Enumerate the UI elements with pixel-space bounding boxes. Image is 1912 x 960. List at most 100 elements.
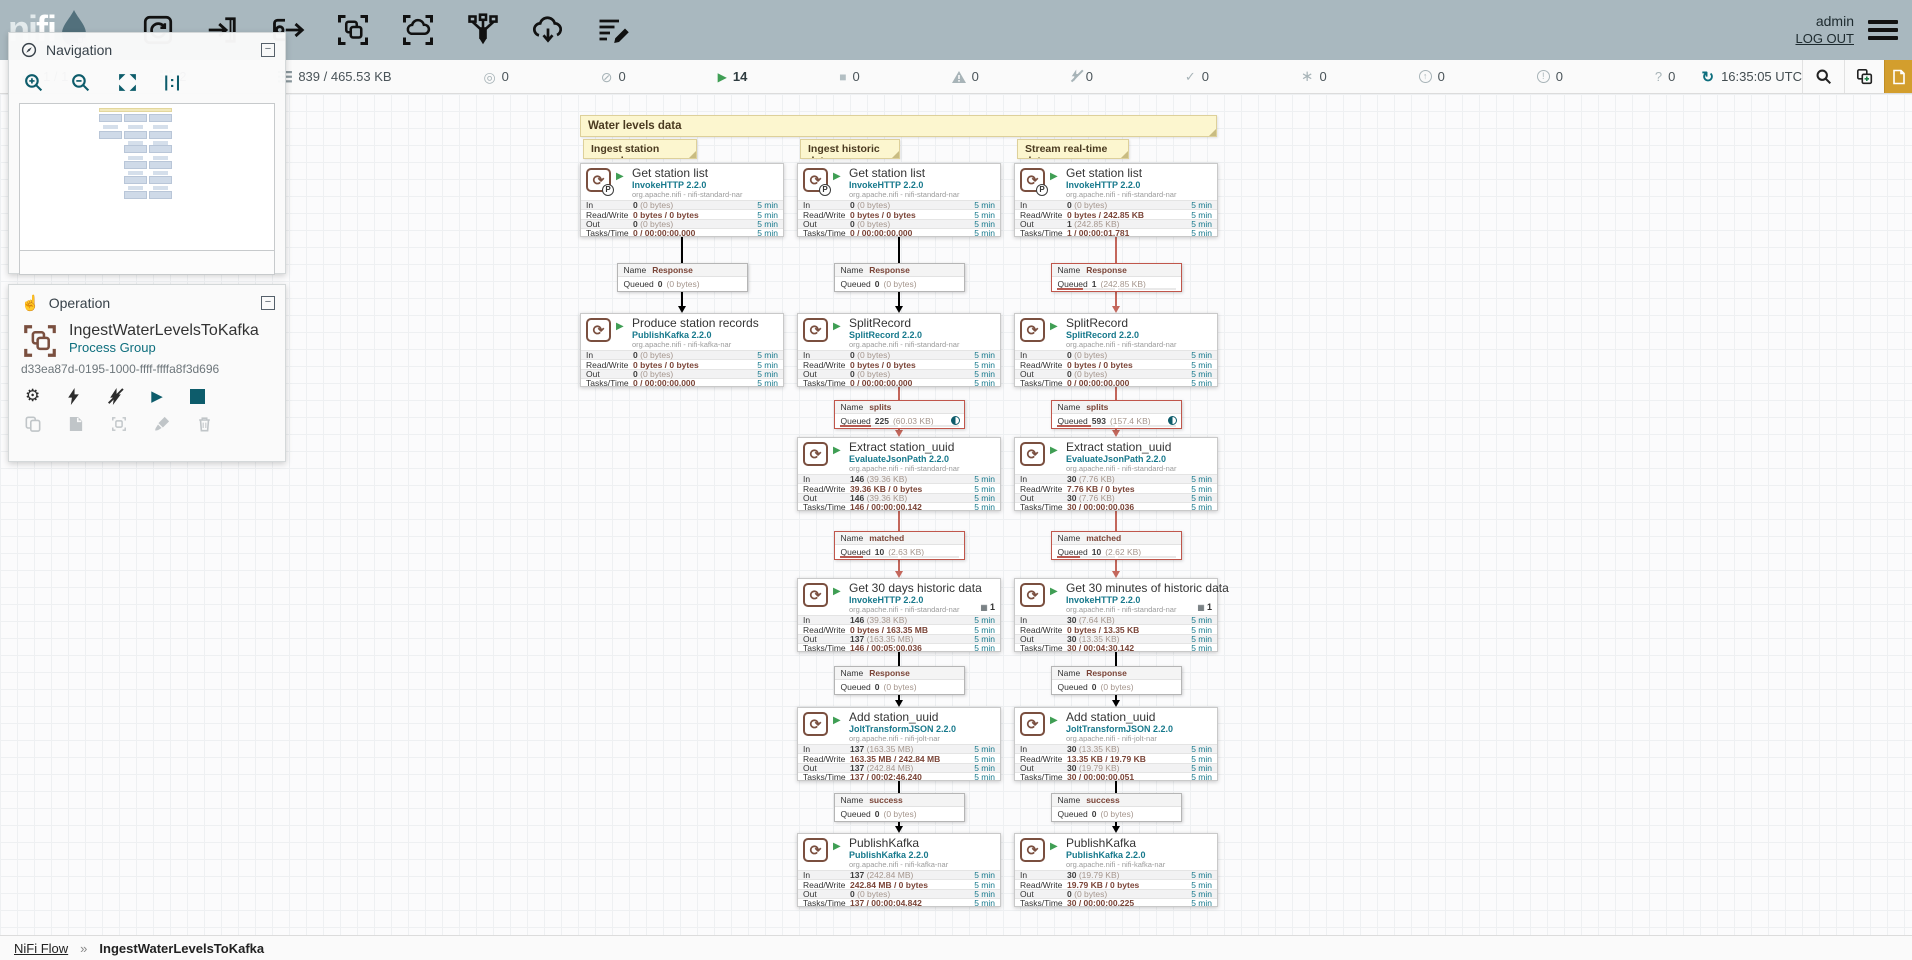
stat-row: Read/Write0 bytes / 13.35 KB5 min xyxy=(1015,624,1217,633)
enable-button[interactable] xyxy=(67,388,80,405)
stat-row: Out30 (19.79 KB)5 min xyxy=(1015,763,1217,772)
stopped-icon: ■ xyxy=(839,71,846,83)
stop-button[interactable] xyxy=(190,389,205,404)
delete-button[interactable] xyxy=(197,416,212,432)
birdseye-minimap[interactable] xyxy=(19,103,275,251)
download-flow-icon[interactable] xyxy=(530,12,566,48)
processor[interactable]: ⟳▶SplitRecordSplitRecord 2.2.0org.apache… xyxy=(797,313,1001,387)
stat-row: In146 (39.36 KB)5 min xyxy=(798,474,1000,483)
connection-arrow-icon xyxy=(1112,826,1120,833)
minimap-processor xyxy=(149,191,172,199)
logout-link[interactable]: LOG OUT xyxy=(1795,31,1854,48)
process-group-icon[interactable] xyxy=(335,12,371,48)
relationship-name: matched xyxy=(869,533,904,543)
connection-queue-label[interactable]: NamematchedQueued10(2.62 KB) xyxy=(1051,531,1182,560)
zoom-actual-size-button[interactable]: |:| xyxy=(164,74,181,92)
stat-row: Tasks/Time0 / 00:00:00.0005 min xyxy=(581,378,783,387)
group-components-button[interactable] xyxy=(1844,60,1884,93)
connection-queue-label[interactable]: NamesplitsQueued593(157.4 KB) xyxy=(1051,400,1182,429)
change-color-button[interactable] xyxy=(154,416,170,432)
processor[interactable]: ⟳P▶Get station listInvokeHTTP 2.2.0org.a… xyxy=(797,163,1001,237)
copy-button[interactable] xyxy=(25,416,41,432)
disabled-count: 0 xyxy=(1086,69,1093,84)
processor[interactable]: ⟳▶Get 30 days historic dataInvokeHTTP 2.… xyxy=(797,578,1001,652)
stat-row: In30 (19.79 KB)5 min xyxy=(1015,870,1217,879)
processor-type-icon: ⟳ xyxy=(803,838,828,862)
minimap-processor xyxy=(149,145,172,153)
relationship-name: Response xyxy=(1086,265,1127,275)
group-selection-button[interactable] xyxy=(111,416,127,432)
processor[interactable]: ⟳▶Produce station recordsPublishKafka 2.… xyxy=(580,313,784,387)
processor-type-icon: ⟳ xyxy=(1020,838,1045,862)
processor[interactable]: ⟳▶PublishKafkaPublishKafka 2.2.0org.apac… xyxy=(797,833,1001,907)
process-group-selection-icon xyxy=(21,322,59,360)
group-label[interactable]: Stream real-time data xyxy=(1017,139,1129,159)
collapse-operation-button[interactable]: − xyxy=(261,296,275,310)
disable-button[interactable] xyxy=(107,388,124,405)
refresh-status[interactable]: ↻ 16:35:05 UTC xyxy=(1701,60,1802,93)
start-button[interactable]: ▶ xyxy=(151,387,163,405)
queued-stats-count: 839 / 465.53 KB xyxy=(298,69,391,84)
sync-failure-count: 0 xyxy=(1668,69,1675,84)
processor[interactable]: ⟳▶Extract station_uuidEvaluateJsonPath 2… xyxy=(797,437,1001,511)
paste-button[interactable] xyxy=(68,416,84,432)
connection-queue-label[interactable]: NameResponseQueued0(0 bytes) xyxy=(834,666,965,695)
queued-count: 0 xyxy=(1092,682,1097,692)
processor[interactable]: ⟳▶Add station_uuidJoltTransformJSON 2.2.… xyxy=(797,707,1001,781)
zoom-out-button[interactable] xyxy=(70,72,91,93)
processor[interactable]: ⟳▶Extract station_uuidEvaluateJsonPath 2… xyxy=(1014,437,1218,511)
connection-queue-label[interactable]: NameResponseQueued0(0 bytes) xyxy=(834,263,965,292)
stat-row: Read/Write0 bytes / 0 bytes5 min xyxy=(798,209,1000,218)
processor[interactable]: ⟳P▶Get station listInvokeHTTP 2.2.0org.a… xyxy=(1014,163,1218,237)
processor-name: PublishKafka xyxy=(849,836,919,850)
queue-count-row: Queued593(157.4 KB) xyxy=(1052,414,1181,428)
group-label[interactable]: Ingest historic data xyxy=(800,139,900,159)
status-stale: ↑0 xyxy=(1419,69,1445,84)
status-sync-failure: ?0 xyxy=(1655,69,1675,84)
flow-highlight-button[interactable] xyxy=(1884,60,1912,93)
connection-queue-label[interactable]: NameResponseQueued0(0 bytes) xyxy=(617,263,748,292)
connection-queue-label[interactable]: NamematchedQueued10(2.63 KB) xyxy=(834,531,965,560)
queue-count-row: Queued0(0 bytes) xyxy=(835,277,964,291)
connection-queue-label[interactable]: NamesuccessQueued0(0 bytes) xyxy=(834,793,965,822)
flow-canvas[interactable]: Water levels data Ingest station records ⟳… xyxy=(0,94,1912,935)
running-state-icon: ▶ xyxy=(1050,321,1058,332)
breadcrumb-root-link[interactable]: NiFi Flow xyxy=(14,941,68,956)
locally-modified-stale-icon: ! xyxy=(1537,70,1550,83)
refresh-icon[interactable]: ↻ xyxy=(1701,68,1714,86)
connection-queue-label[interactable]: NameResponseQueued0(0 bytes) xyxy=(1051,666,1182,695)
funnel-icon[interactable] xyxy=(465,12,501,48)
canvas-label-text: Water levels data xyxy=(588,120,682,132)
queued-size: (0 bytes) xyxy=(1100,682,1133,692)
processor[interactable]: ⟳▶Get 30 minutes of historic dataInvokeH… xyxy=(1014,578,1218,652)
active-threads-badge: ▦ 1 xyxy=(1197,602,1212,612)
processor-type: InvokeHTTP 2.2.0 xyxy=(632,180,706,190)
connection-arrow-icon xyxy=(678,306,686,313)
search-button[interactable] xyxy=(1802,60,1844,93)
connection-queue-label[interactable]: NamesplitsQueued225(60.03 KB) xyxy=(834,400,965,429)
processor-type: PublishKafka 2.2.0 xyxy=(632,330,712,340)
canvas-label[interactable]: Water levels data xyxy=(580,115,1217,137)
global-menu-icon[interactable] xyxy=(1868,20,1898,40)
stat-row: Read/Write7.76 KB / 0 bytes5 min xyxy=(1015,483,1217,492)
configure-button[interactable]: ⚙ xyxy=(25,386,40,406)
processor[interactable]: ⟳▶SplitRecordSplitRecord 2.2.0org.apache… xyxy=(1014,313,1218,387)
group-label[interactable]: Ingest station records xyxy=(583,139,697,159)
processor-bundle: org.apache.nifi - nifi-standard-nar xyxy=(849,190,959,199)
minimap-queue xyxy=(128,125,143,129)
connection-queue-label[interactable]: NameResponseQueued1(242.85 KB) xyxy=(1051,263,1182,292)
processor[interactable]: ⟳P▶Get station listInvokeHTTP 2.2.0org.a… xyxy=(580,163,784,237)
collapse-navigation-button[interactable]: − xyxy=(261,43,275,57)
stat-row: In30 (13.35 KB)5 min xyxy=(1015,744,1217,753)
not-transmitting-icon: ⊘ xyxy=(601,70,613,84)
relationship-name: Response xyxy=(1086,668,1127,678)
minimap-queue xyxy=(153,141,168,145)
stat-row: Tasks/Time30 / 00:00:00.0515 min xyxy=(1015,772,1217,781)
zoom-fit-button[interactable] xyxy=(117,72,138,93)
processor[interactable]: ⟳▶Add station_uuidJoltTransformJSON 2.2.… xyxy=(1014,707,1218,781)
processor[interactable]: ⟳▶PublishKafkaPublishKafka 2.2.0org.apac… xyxy=(1014,833,1218,907)
remote-process-group-icon[interactable] xyxy=(400,12,436,48)
connection-queue-label[interactable]: NamesuccessQueued0(0 bytes) xyxy=(1051,793,1182,822)
zoom-in-button[interactable] xyxy=(23,72,44,93)
label-icon[interactable] xyxy=(595,12,631,48)
